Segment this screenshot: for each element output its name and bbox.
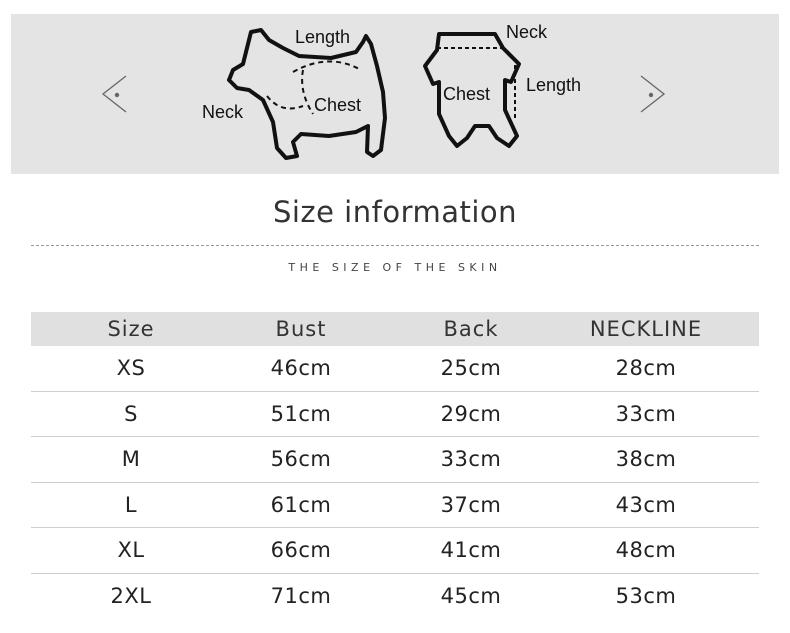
size-cell: L	[124, 492, 138, 517]
dog-chest-line	[301, 69, 314, 115]
header-neckline: NECKLINE	[589, 317, 703, 341]
bust-cell: 61cm	[270, 492, 332, 517]
size-cell: XS	[116, 356, 146, 381]
table-row: L 61cm 37cm 43cm	[31, 483, 759, 528]
size-cell: M	[121, 447, 141, 472]
dog-chest-label: Chest	[314, 95, 361, 115]
page-title: Size information	[272, 195, 518, 229]
back-cell: 37cm	[440, 492, 502, 517]
table-row: S 51cm 29cm 33cm	[31, 392, 759, 437]
garment-chest-label: Chest	[443, 84, 490, 104]
dog-length-label: Length	[295, 27, 350, 47]
header-size: Size	[107, 317, 155, 341]
back-cell: 33cm	[440, 447, 502, 472]
header-bust: Bust	[275, 317, 327, 341]
back-cell: 25cm	[440, 356, 502, 381]
table-row: M 56cm 33cm 38cm	[31, 437, 759, 483]
size-cell: XL	[117, 538, 145, 563]
table-row: XL 66cm 41cm 48cm	[31, 528, 759, 574]
size-cell: 2XL	[110, 583, 152, 608]
table-row: XS 46cm 25cm 28cm	[31, 346, 759, 392]
table-header-row: Size Bust Back NECKLINE	[31, 312, 759, 346]
next-arrow-icon[interactable]	[640, 75, 666, 113]
dog-outline-icon	[227, 28, 387, 160]
neckline-cell: 43cm	[615, 492, 677, 517]
size-diagram: Length Neck Chest Neck Length Chest	[101, 22, 666, 160]
neckline-cell: 48cm	[615, 538, 677, 563]
size-table: Size Bust Back NECKLINE XS 46cm 25cm 28c…	[31, 312, 759, 618]
back-cell: 45cm	[440, 583, 502, 608]
prev-arrow-icon[interactable]	[101, 75, 127, 113]
neckline-cell: 38cm	[615, 447, 677, 472]
table-row: 2XL 71cm 45cm 53cm	[31, 574, 759, 619]
neckline-cell: 53cm	[615, 583, 677, 608]
bust-cell: 71cm	[270, 583, 332, 608]
garment-neck-label: Neck	[506, 22, 548, 42]
size-cell: S	[124, 401, 138, 426]
bust-cell: 56cm	[270, 447, 332, 472]
dashed-divider	[31, 245, 759, 246]
neckline-cell: 28cm	[615, 356, 677, 381]
back-cell: 41cm	[440, 538, 502, 563]
bust-cell: 66cm	[270, 538, 332, 563]
dog-neck-line	[266, 95, 304, 110]
bust-cell: 46cm	[270, 356, 332, 381]
dog-neck-label: Neck	[202, 102, 244, 122]
neckline-cell: 33cm	[615, 401, 677, 426]
size-diagram-banner: Length Neck Chest Neck Length Chest	[11, 14, 779, 174]
garment-length-label: Length	[526, 75, 581, 95]
page-subtitle: THE SIZE OF THE SKIN	[288, 261, 502, 274]
bust-cell: 51cm	[270, 401, 332, 426]
back-cell: 29cm	[440, 401, 502, 426]
header-back: Back	[443, 317, 499, 341]
